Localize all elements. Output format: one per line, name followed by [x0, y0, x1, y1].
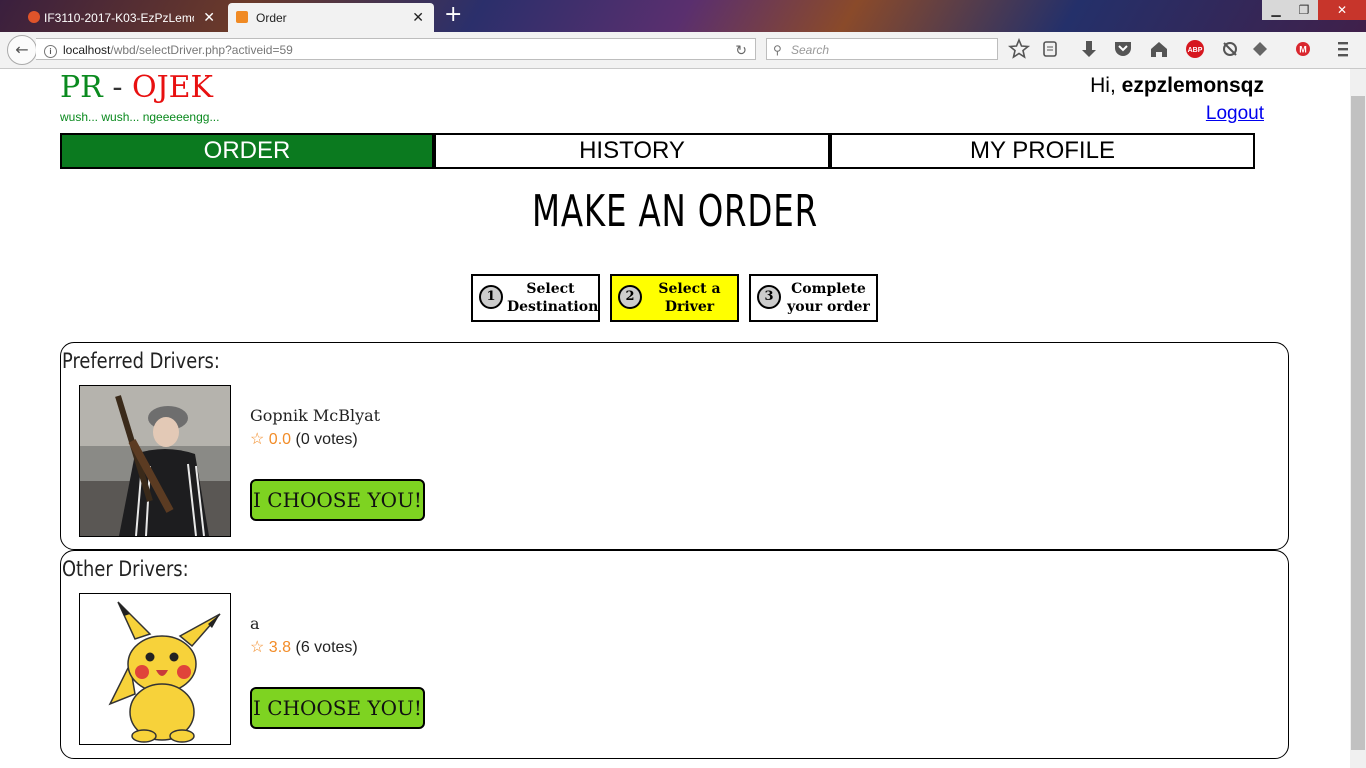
logo-dash: - — [112, 70, 123, 105]
url-path: /wbd/selectDriver.php?activeid=59 — [110, 43, 293, 57]
site-tagline: wush... wush... ngeeeeengg... — [60, 110, 220, 124]
page-title: MAKE AN ORDER — [532, 186, 818, 237]
tab-active[interactable]: Order ✕ — [228, 3, 434, 32]
step-label-line1: Select — [526, 281, 575, 297]
step-label: Select a Driver — [646, 280, 733, 316]
driver-photo — [79, 593, 231, 745]
bookmark-star-icon[interactable] — [1008, 38, 1031, 59]
toolbar-icons: ABP M — [1008, 38, 1348, 59]
step-label: Select Destination — [507, 280, 598, 316]
tab-close-icon[interactable]: ✕ — [203, 9, 215, 26]
back-arrow-icon[interactable]: ← — [7, 35, 37, 65]
adblock-badge-text: ABP — [1188, 47, 1203, 54]
step-number: 2 — [618, 285, 642, 309]
driver-photo-image — [80, 386, 230, 536]
reload-icon[interactable]: ↻ — [735, 39, 747, 61]
user-greeting: Hi, ezpzlemonsqz — [1090, 74, 1264, 98]
new-tab-icon[interactable]: + — [444, 4, 462, 26]
reading-list-icon[interactable] — [1043, 41, 1057, 57]
driver-name: a — [250, 614, 260, 633]
panel-title: Preferred Drivers: — [62, 349, 220, 373]
info-icon[interactable]: i — [44, 45, 57, 58]
nav-tab-my-profile[interactable]: MY PROFILE — [830, 133, 1255, 169]
adblock-icon[interactable]: ABP — [1186, 40, 1204, 58]
panel-title: Other Drivers: — [62, 557, 189, 581]
greeting-prefix: Hi, — [1090, 74, 1116, 97]
search-placeholder: Search — [791, 43, 830, 57]
site-favicon-icon — [28, 11, 40, 23]
extension-icon[interactable] — [1253, 42, 1267, 56]
search-icon: ⚲ — [773, 43, 782, 57]
rating-votes: (6 votes) — [295, 639, 358, 656]
step-label-line1: Select a — [658, 281, 721, 297]
driver-rating: ☆ 3.8 (6 votes) — [250, 637, 358, 657]
xampp-favicon-icon — [236, 11, 248, 23]
step-label: Complete your order — [785, 280, 872, 316]
home-icon[interactable] — [1151, 42, 1167, 57]
rating-score: 3.8 — [268, 639, 292, 656]
choose-driver-button[interactable]: I CHOOSE YOU! — [250, 479, 425, 521]
step-select-driver: 2 Select a Driver — [610, 274, 739, 322]
site-logo: PR - OJEK — [60, 70, 213, 105]
username: ezpzlemonsqz — [1121, 74, 1264, 97]
tools-icon[interactable] — [1223, 42, 1237, 56]
step-label-line1: Complete — [791, 281, 866, 297]
tab-title: IF3110-2017-K03-EzPzLemon — [44, 10, 194, 25]
driver-photo — [79, 385, 231, 537]
address-bar[interactable]: i localhost/wbd/selectDriver.php?activeid… — [36, 38, 756, 60]
star-icon: ☆ — [250, 431, 265, 448]
window-close-icon[interactable]: ✕ — [1318, 0, 1366, 20]
logout-link[interactable]: Logout — [1206, 103, 1264, 125]
driver-rating: ☆ 0.0 (0 votes) — [250, 429, 358, 449]
download-icon[interactable] — [1082, 41, 1096, 57]
logo-ojek: OJEK — [132, 70, 213, 105]
step-label-line2: Destination — [507, 299, 599, 315]
pocket-icon[interactable] — [1115, 42, 1131, 56]
step-number: 1 — [479, 285, 503, 309]
step-label-line2: your order — [787, 299, 870, 315]
minimize-icon[interactable]: ▁ — [1262, 0, 1290, 20]
star-icon: ☆ — [250, 639, 265, 656]
url-host: localhost — [63, 43, 111, 57]
search-input[interactable]: ⚲ Search — [766, 38, 998, 60]
step-complete-order: 3 Complete your order — [749, 274, 878, 322]
menu-icon[interactable] — [1338, 42, 1348, 57]
maximize-icon[interactable]: ❐ — [1290, 0, 1318, 20]
rating-votes: (0 votes) — [295, 431, 358, 448]
tab-inactive[interactable]: IF3110-2017-K03-EzPzLemon ✕ — [20, 3, 225, 32]
step-label-line2: Driver — [664, 299, 715, 315]
preferred-drivers-panel: Preferred Drivers: Gopnik McBlyat ☆ 0.0 … — [60, 342, 1289, 550]
logo-pr: PR — [60, 70, 103, 105]
mega-icon[interactable]: M — [1296, 42, 1310, 56]
tab-close-icon[interactable]: ✕ — [412, 9, 424, 26]
nav-tab-history[interactable]: HISTORY — [434, 133, 830, 169]
rating-score: 0.0 — [268, 431, 292, 448]
browser-titlebar: IF3110-2017-K03-EzPzLemon ✕ Order ✕ + ▁ … — [0, 0, 1366, 32]
mega-badge-text: M — [1299, 45, 1307, 55]
scrollbar-thumb[interactable] — [1351, 96, 1365, 750]
step-select-destination: 1 Select Destination — [471, 274, 600, 322]
step-number: 3 — [757, 285, 781, 309]
choose-driver-button[interactable]: I CHOOSE YOU! — [250, 687, 425, 729]
nav-tab-order[interactable]: ORDER — [60, 133, 434, 169]
driver-photo-image — [80, 594, 230, 744]
driver-name: Gopnik McBlyat — [250, 406, 381, 425]
tab-title: Order — [256, 10, 287, 25]
other-drivers-panel: Other Drivers: a ☆ 3.8 (6 votes) I CHOOS… — [60, 550, 1289, 759]
